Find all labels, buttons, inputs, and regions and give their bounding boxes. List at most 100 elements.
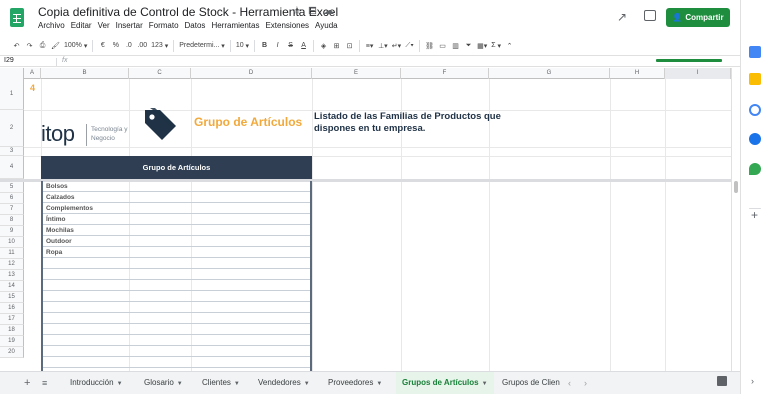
contacts-icon[interactable] [749, 133, 761, 145]
table-row[interactable] [43, 357, 310, 368]
tasks-icon[interactable] [749, 104, 761, 116]
table-row[interactable]: Complementos [43, 203, 310, 214]
row-header-9[interactable]: 9 [0, 226, 24, 237]
percent-button[interactable]: % [109, 39, 122, 53]
row-header-7[interactable]: 7 [0, 204, 24, 215]
caret-down-icon[interactable]: ▼ [304, 381, 310, 387]
row-header-16[interactable]: 16 [0, 303, 24, 314]
column-header-b[interactable]: B [41, 68, 129, 79]
add-sheet-icon[interactable]: + [24, 377, 30, 389]
select-all-corner[interactable] [0, 68, 24, 79]
row-header-3[interactable]: 3 [0, 147, 24, 156]
functions-button[interactable]: Σ ▾ [489, 39, 503, 53]
comment-icon[interactable] [644, 10, 656, 21]
row-header-20[interactable]: 20 [0, 347, 24, 358]
column-header-c[interactable]: C [129, 68, 191, 79]
horizontal-align-icon[interactable]: ≡▾ [363, 39, 376, 53]
zoom-select[interactable]: 100% ▾ [62, 39, 89, 53]
menu-herramientas[interactable]: Herramientas [211, 21, 259, 30]
row-header-1[interactable]: 1 [0, 79, 24, 110]
caret-down-icon[interactable]: ▼ [117, 381, 123, 387]
row-header-8[interactable]: 8 [0, 215, 24, 226]
row-header-4[interactable]: 4 [0, 156, 24, 179]
star-icon[interactable]: ☆ [292, 4, 302, 17]
scroll-tabs-left-icon[interactable]: ‹ [568, 378, 571, 388]
table-row[interactable] [43, 346, 310, 357]
row-header-19[interactable]: 19 [0, 336, 24, 347]
strikethrough-button[interactable]: S [284, 39, 297, 53]
row-header-2[interactable]: 2 [0, 110, 24, 147]
text-wrap-icon[interactable]: ↵▾ [390, 39, 403, 53]
table-row[interactable]: Bolsos [43, 181, 310, 192]
filter-views-icon[interactable]: ▦▾ [475, 39, 489, 53]
column-header-a[interactable]: A [24, 68, 41, 79]
add-addon-icon[interactable]: + [751, 208, 758, 222]
caret-down-icon[interactable]: ▼ [482, 381, 488, 387]
menu-datos[interactable]: Datos [185, 21, 206, 30]
table-header[interactable]: Grupo de Artículos [41, 156, 312, 179]
explore-icon[interactable] [717, 376, 727, 386]
maps-icon[interactable] [749, 163, 761, 175]
increase-decimal-button[interactable]: .00 [135, 39, 149, 53]
row-header-10[interactable]: 10 [0, 237, 24, 248]
table-row[interactable]: Íntimo [43, 214, 310, 225]
menu-editar[interactable]: Editar [71, 21, 92, 30]
menu-formato[interactable]: Formato [149, 21, 179, 30]
insert-comment-icon[interactable]: ▭ [436, 39, 449, 53]
sheets-logo-icon[interactable] [10, 8, 24, 27]
share-button[interactable]: 👤 Compartir [666, 8, 730, 27]
currency-button[interactable]: € [96, 39, 109, 53]
font-select[interactable]: Predetermi... ▾ [177, 39, 227, 53]
paint-format-icon[interactable]: 🖌 [49, 39, 62, 53]
text-rotation-icon[interactable]: ⟋▾ [403, 39, 416, 53]
spreadsheet-grid[interactable]: A B C D E F G H I 1 2 3 4 5 6 7 8 9 10 1… [0, 68, 731, 371]
tab-clientes[interactable]: Clientes ▼ [196, 372, 246, 394]
column-header-d[interactable]: D [191, 68, 312, 79]
column-header-i[interactable]: I [665, 68, 731, 79]
print-icon[interactable]: ⎙ [36, 39, 49, 53]
insert-link-icon[interactable]: ⛓ [423, 39, 436, 53]
table-row[interactable]: Calzados [43, 192, 310, 203]
collapse-toolbar-icon[interactable]: ⌃ [503, 39, 516, 53]
scroll-tabs-right-icon[interactable]: › [584, 378, 587, 388]
italic-button[interactable]: I [271, 39, 284, 53]
folder-move-icon[interactable]: ⊟ [308, 4, 317, 17]
row-header-5[interactable]: 5 [0, 182, 24, 193]
font-size-select[interactable]: 10 ▾ [234, 39, 251, 53]
menu-ayuda[interactable]: Ayuda [315, 21, 338, 30]
merge-cells-icon[interactable]: ⊡ [343, 39, 356, 53]
expand-panel-icon[interactable]: › [751, 376, 754, 386]
cloud-status-icon[interactable]: ☁ [323, 4, 334, 17]
caret-down-icon[interactable]: ▼ [376, 381, 382, 387]
row-header-14[interactable]: 14 [0, 281, 24, 292]
table-row[interactable]: Outdoor [43, 236, 310, 247]
menu-extensiones[interactable]: Extensiones [265, 21, 309, 30]
scrollbar-thumb[interactable] [734, 181, 738, 193]
cell-a1-value[interactable]: 4 [30, 83, 35, 93]
table-row[interactable]: Ropa [43, 247, 310, 258]
vertical-scrollbar[interactable] [731, 68, 740, 371]
column-header-f[interactable]: F [401, 68, 489, 79]
menu-insertar[interactable]: Insertar [116, 21, 143, 30]
column-header-e[interactable]: E [312, 68, 401, 79]
table-row[interactable]: Mochilas [43, 225, 310, 236]
borders-icon[interactable]: ⊞ [330, 39, 343, 53]
filter-icon[interactable]: ⏷ [462, 39, 475, 53]
row-header-13[interactable]: 13 [0, 270, 24, 281]
table-row[interactable] [43, 258, 310, 269]
column-header-h[interactable]: H [610, 68, 665, 79]
name-box[interactable]: I29 [4, 57, 14, 64]
fill-color-icon[interactable]: ◈ [317, 39, 330, 53]
table-row[interactable] [43, 335, 310, 346]
table-row[interactable] [43, 280, 310, 291]
table-row[interactable] [43, 313, 310, 324]
row-header-15[interactable]: 15 [0, 292, 24, 303]
column-header-g[interactable]: G [489, 68, 610, 79]
row-header-6[interactable]: 6 [0, 193, 24, 204]
vertical-align-icon[interactable]: ⊥▾ [376, 39, 390, 53]
row-header-18[interactable]: 18 [0, 325, 24, 336]
row-header-17[interactable]: 17 [0, 314, 24, 325]
bold-button[interactable]: B [258, 39, 271, 53]
menu-ver[interactable]: Ver [98, 21, 110, 30]
tab-glosario[interactable]: Glosario ▼ [138, 372, 189, 394]
